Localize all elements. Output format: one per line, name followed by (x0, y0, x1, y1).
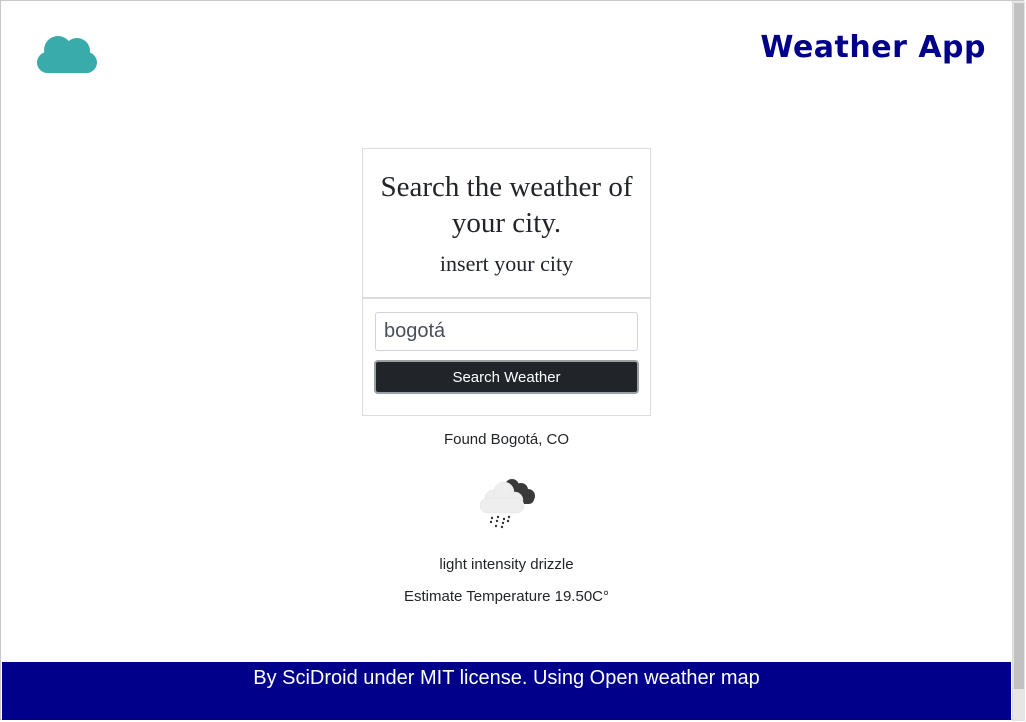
temperature-value: 19.50C° (554, 588, 609, 605)
found-location-text: Found Bogotá, CO (443, 431, 570, 448)
search-weather-button[interactable]: Search Weather (374, 360, 639, 394)
search-form: Search Weather (362, 298, 651, 416)
vertical-scrollbar[interactable] (1012, 1, 1025, 721)
rain-cloud-icon (476, 476, 538, 532)
footer: By SciDroid under MIT license. Using Ope… (2, 662, 1011, 720)
footer-text: By SciDroid under MIT license. Using Ope… (253, 667, 760, 689)
search-subheading: insert your city (439, 251, 574, 276)
city-input[interactable] (375, 312, 638, 351)
app-title: Weather App (760, 30, 986, 65)
temperature-row: Estimate Temperature 19.50C° (362, 588, 651, 605)
weather-description: light intensity drizzle (439, 556, 574, 573)
cloud-icon (36, 34, 98, 74)
temperature-label: Estimate Temperature (403, 588, 551, 605)
search-heading: Search the weather of your city. (380, 171, 633, 239)
search-intro-card: Search the weather of your city. insert … (362, 148, 651, 298)
scrollbar-thumb[interactable] (1014, 3, 1024, 689)
